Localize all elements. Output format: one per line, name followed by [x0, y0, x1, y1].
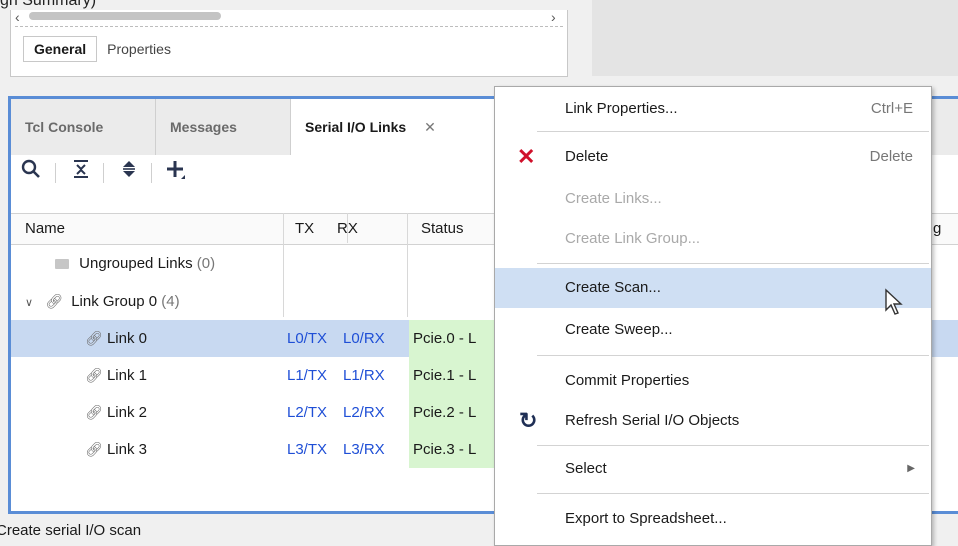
shortcut-label: Ctrl+E [870, 100, 913, 117]
row-name: Link 2 [106, 404, 147, 421]
link-group-icon: 🔗︎ [45, 293, 64, 309]
toolbar-separator [55, 163, 56, 183]
menu-item-select[interactable]: Select ▶ [495, 451, 931, 487]
toolbar-separator [151, 163, 152, 183]
shortcut-label: Delete [869, 148, 913, 165]
search-icon[interactable] [17, 159, 45, 187]
row-name-cell: 🔗︎ Link 3 [85, 431, 147, 468]
tab-general[interactable]: General [23, 36, 98, 62]
menu-item-link-properties[interactable]: Link Properties... Ctrl+E [495, 91, 931, 127]
tab-tcl-console[interactable]: Tcl Console [11, 99, 156, 155]
grid-line [347, 213, 348, 243]
menu-item-refresh-serial-io-objects[interactable]: ↻ Refresh Serial I/O Objects [495, 403, 931, 439]
row-name-cell: ∨ 🔗︎ Link Group 0 (4) [25, 283, 180, 320]
link-icon: 🔗︎ [85, 330, 103, 346]
submenu-arrow-icon: ▶ [907, 463, 915, 474]
column-tx[interactable]: TX [295, 214, 314, 244]
link-icon: 🔗︎ [85, 404, 103, 420]
row-name-cell: 🔗︎ Link 1 [85, 357, 147, 394]
menu-separator [537, 263, 929, 264]
link-icon: 🔗︎ [85, 441, 103, 457]
add-icon[interactable] [161, 159, 189, 187]
row-name: Link 0 [106, 330, 147, 347]
row-rx[interactable]: L0/RX [343, 320, 385, 357]
tab-messages[interactable]: Messages [156, 99, 291, 155]
row-status: Pcie.0 - L [409, 320, 507, 357]
row-count: (0) [196, 255, 216, 272]
delete-x-icon: ✕ [517, 144, 536, 169]
row-name-cell: 🔗︎ Link 2 [85, 394, 147, 431]
tab-serial-io-links-label: Serial I/O Links [305, 119, 407, 135]
row-name: Ungrouped Links [79, 255, 193, 272]
row-tx[interactable]: L1/TX [287, 357, 327, 394]
row-name-cell: Ungrouped Links (0) [55, 245, 215, 282]
column-truncated[interactable]: g [933, 214, 941, 244]
context-menu: Link Properties... Ctrl+E ✕ Delete Delet… [494, 86, 932, 546]
row-name-cell: 🔗︎ Link 0 [85, 320, 147, 357]
column-status[interactable]: Status [421, 214, 464, 244]
divider [15, 26, 563, 27]
row-tx[interactable]: L3/TX [287, 431, 327, 468]
row-tx[interactable]: L2/TX [287, 394, 327, 431]
scroll-right-icon[interactable]: › [551, 9, 556, 25]
link-icon: 🔗︎ [85, 367, 103, 383]
row-name: Link 3 [106, 441, 147, 458]
row-count: (4) [161, 293, 180, 310]
scroll-left-icon[interactable]: ‹ [15, 9, 20, 25]
row-status: Pcie.3 - L [409, 431, 507, 468]
menu-item-export-to-spreadsheet[interactable]: Export to Spreadsheet... [495, 501, 931, 537]
tab-properties[interactable]: Properties [97, 36, 181, 62]
column-name[interactable]: Name [25, 214, 65, 244]
menu-item-create-sweep[interactable]: Create Sweep... [495, 312, 931, 348]
menu-separator [537, 445, 929, 446]
refresh-icon: ↻ [519, 408, 538, 433]
row-tx[interactable]: L0/TX [287, 320, 327, 357]
expand-all-icon[interactable] [115, 159, 143, 187]
row-name: Link Group 0 [71, 293, 158, 310]
right-empty-area [592, 0, 958, 76]
menu-separator [537, 131, 929, 132]
toolbar-separator [103, 163, 104, 183]
chevron-down-icon[interactable]: ∨ [25, 297, 33, 309]
tab-serial-io-links[interactable]: Serial I/O Links ✕ [291, 99, 506, 156]
properties-panel: ‹ › General Properties [10, 9, 568, 77]
row-rx[interactable]: L3/RX [343, 431, 385, 468]
menu-item-commit-properties[interactable]: Commit Properties [495, 363, 931, 399]
row-rx[interactable]: L2/RX [343, 394, 385, 431]
close-icon[interactable]: ✕ [424, 119, 436, 135]
horizontal-scrollbar-thumb[interactable] [29, 12, 221, 20]
menu-separator [537, 355, 929, 356]
menu-item-create-links: Create Links... [565, 190, 662, 207]
menu-item-create-link-group: Create Link Group... [565, 230, 701, 247]
row-rx[interactable]: L1/RX [343, 357, 385, 394]
row-status: Pcie.1 - L [409, 357, 507, 394]
mouse-cursor-icon [884, 288, 904, 320]
properties-tabs: General Properties [23, 36, 181, 62]
menu-item-create-scan[interactable]: Create Scan... [495, 268, 931, 308]
menu-item-delete[interactable]: ✕ Delete Delete [495, 139, 931, 175]
status-text: Create serial I/O scan [0, 522, 142, 539]
folder-icon [55, 259, 69, 269]
row-name: Link 1 [106, 367, 147, 384]
collapse-all-icon[interactable] [67, 159, 95, 187]
menu-separator [537, 493, 929, 494]
row-status: Pcie.2 - L [409, 394, 507, 431]
